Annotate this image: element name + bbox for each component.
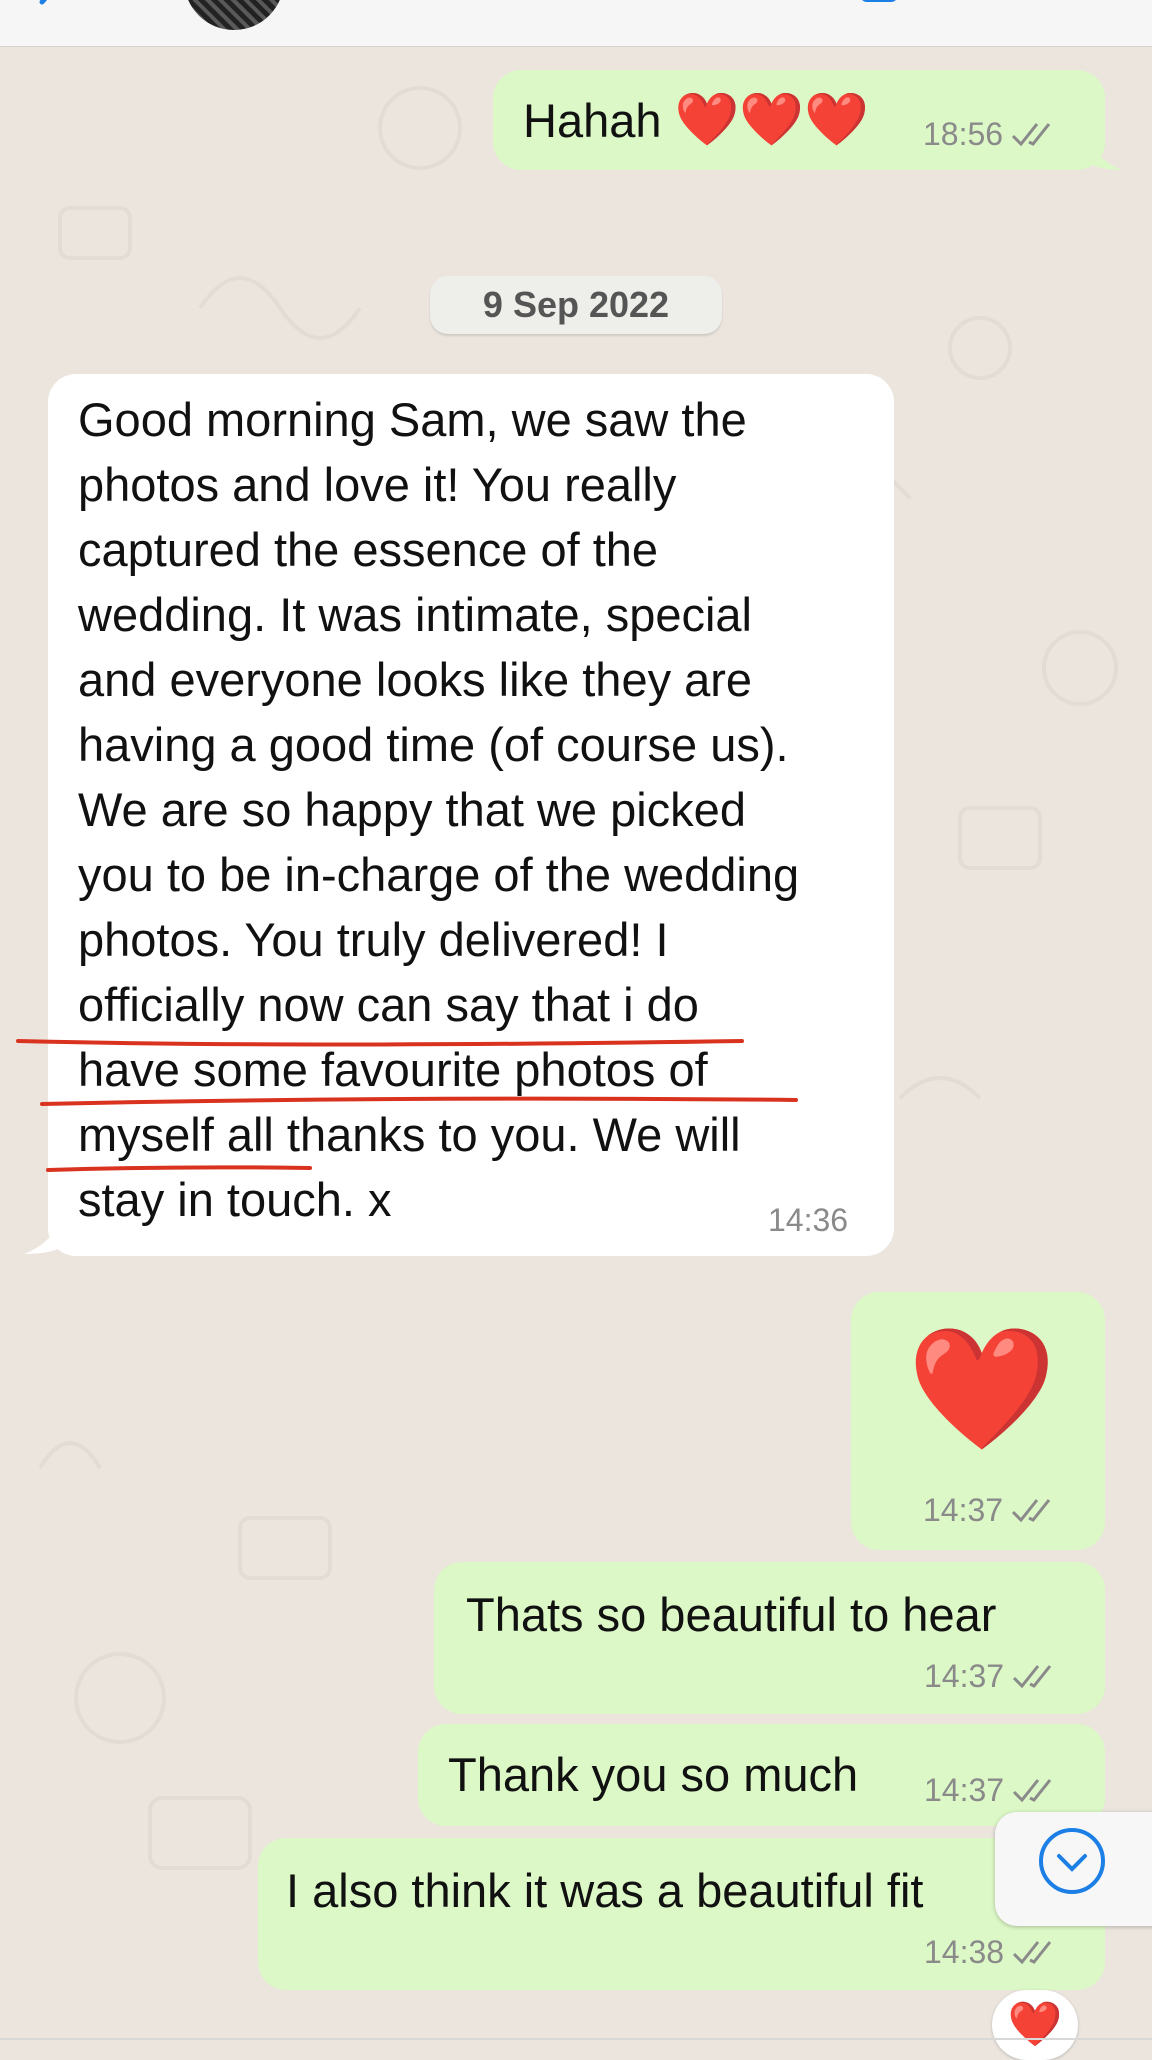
double-check-icon [1013,1779,1052,1803]
message-text: Thank you so much [448,1748,859,1801]
message-line: photos and love it! You really [78,458,677,511]
message-bubble-outgoing[interactable]: Thank you so much 14:37 [418,1724,1105,1826]
back-chevron-icon[interactable] [30,0,70,22]
message-line: officially now can say that i do [78,978,699,1031]
double-check-icon [1013,1941,1052,1965]
message-bubble-outgoing[interactable]: ❤️ 14:37 [851,1292,1105,1550]
message-time: 14:38 [924,1934,1005,1970]
message-bubble-outgoing[interactable]: Hahah ❤️❤️❤️ 18:56 [493,70,1105,170]
bubble-tail [24,1224,60,1254]
message-time: 14:37 [924,1658,1005,1694]
scroll-to-bottom-button[interactable] [995,1812,1152,1926]
message-line: photos. You truly delivered! I [78,913,669,966]
phone-call-icon[interactable] [1030,0,1074,20]
message-line: you to be in-charge of the wedding [78,848,800,901]
date-separator: 9 Sep 2022 [430,276,722,334]
message-time: 14:36 [768,1202,849,1238]
message-time: 14:37 [924,1772,1005,1808]
message-bubble-outgoing[interactable]: Thats so beautiful to hear 14:37 [434,1562,1105,1714]
message-line: myself all thanks to you. We will [78,1108,741,1161]
message-line: Good morning Sam, we saw the [78,393,747,446]
message-text: Hahah [523,94,662,147]
chat-header [0,0,1152,47]
message-line: We are so happy that we picked [78,783,746,836]
divider [0,2038,1152,2040]
message-bubble-outgoing[interactable]: I also think it was a beautiful fit 14:3… [258,1838,1105,1990]
message-time: 18:56 [923,116,1004,152]
emoji: ❤️❤️❤️ [674,91,869,149]
double-check-icon [1012,123,1051,147]
contact-avatar[interactable] [184,0,284,30]
bubble-tail [1090,140,1122,170]
message-line: and everyone looks like they are [78,653,753,706]
double-check-icon [1012,1499,1051,1523]
message-text: Thats so beautiful to hear [466,1588,997,1641]
message-line: wedding. It was intimate, special [78,588,752,641]
message-line: stay in touch. x [78,1173,392,1226]
message-time: 14:37 [923,1492,1004,1528]
message-text: I also think it was a beautiful fit [286,1864,924,1917]
heart-emoji: ❤️ [907,1322,1057,1456]
message-line: captured the essence of the [78,523,659,576]
video-call-icon[interactable] [860,0,900,20]
message-line: have some favourite photos of [78,1043,708,1096]
double-check-icon [1013,1665,1052,1689]
message-reaction[interactable]: ❤️ [992,1990,1078,2060]
message-line: having a good time (of course us). [78,718,789,771]
scroll-down-icon [1039,1828,1105,1894]
